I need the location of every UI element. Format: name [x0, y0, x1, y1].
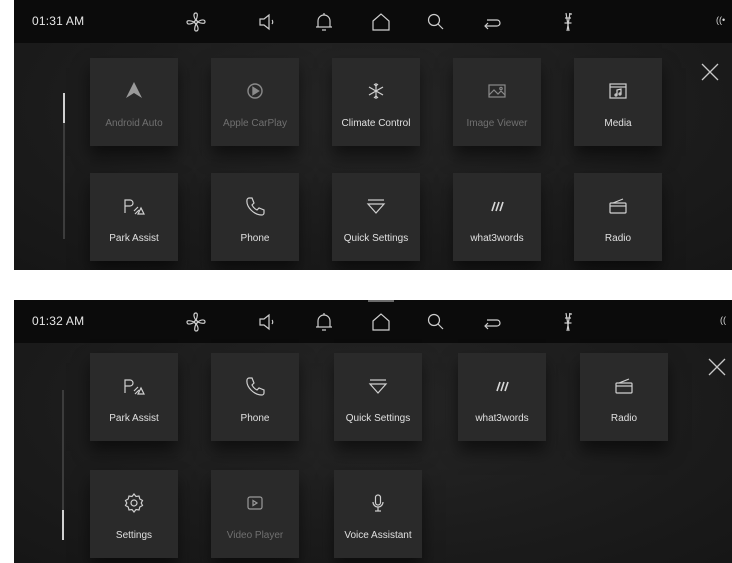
settings-icon	[119, 488, 149, 518]
quick-settings-icon	[363, 371, 393, 401]
tile-label: Android Auto	[105, 118, 163, 129]
clock: 01:31 AM	[32, 14, 85, 28]
tile-label: Phone	[240, 413, 270, 424]
home-icon[interactable]	[369, 310, 393, 334]
tile-label: Climate Control	[341, 118, 411, 129]
return-icon[interactable]	[480, 310, 504, 334]
bell-icon[interactable]	[312, 10, 336, 34]
tile-quick-settings[interactable]: Quick Settings	[334, 353, 422, 441]
app-launcher-panel-1: 01:31 AM ((• Android Auto Apple CarPlay …	[14, 0, 732, 270]
tile-label: Park Assist	[109, 233, 159, 244]
volume-icon[interactable]	[256, 310, 280, 334]
tile-voice-assistant[interactable]: Voice Assistant	[334, 470, 422, 558]
seat-heat-icon[interactable]	[557, 10, 581, 34]
home-indicator	[368, 300, 394, 302]
tile-phone[interactable]: Phone	[211, 353, 299, 441]
bell-icon[interactable]	[312, 310, 336, 334]
microphone-icon	[363, 488, 393, 518]
tile-settings[interactable]: Settings	[90, 470, 178, 558]
tile-park-assist[interactable]: Park Assist	[90, 353, 178, 441]
top-bar: 01:31 AM ((•	[14, 0, 732, 43]
tile-park-assist[interactable]: Park Assist	[90, 173, 178, 261]
tile-image-viewer[interactable]: Image Viewer	[453, 58, 541, 146]
tile-android-auto[interactable]: Android Auto	[90, 58, 178, 146]
scroll-thumb[interactable]	[62, 510, 64, 540]
fan-icon[interactable]	[184, 310, 208, 334]
clock: 01:32 AM	[32, 314, 85, 328]
image-icon	[482, 76, 512, 106]
tile-what3words[interactable]: what3words	[458, 353, 546, 441]
tile-label: Quick Settings	[343, 233, 409, 244]
search-icon[interactable]	[424, 310, 448, 334]
top-bar: 01:32 AM ((	[14, 300, 732, 343]
tile-label: Image Viewer	[466, 118, 528, 129]
what3words-icon	[482, 191, 512, 221]
tile-label: what3words	[470, 233, 524, 244]
apple-carplay-icon	[240, 76, 270, 106]
radio-icon	[609, 371, 639, 401]
tile-apple-carplay[interactable]: Apple CarPlay	[211, 58, 299, 146]
tile-radio[interactable]: Radio	[580, 353, 668, 441]
android-auto-icon	[119, 76, 149, 106]
tile-what3words[interactable]: what3words	[453, 173, 541, 261]
tile-media[interactable]: Media	[574, 58, 662, 146]
tile-climate-control[interactable]: Climate Control	[332, 58, 420, 146]
scroll-thumb[interactable]	[63, 93, 65, 123]
close-icon[interactable]	[706, 356, 728, 378]
climate-icon	[361, 76, 391, 106]
quick-settings-icon	[361, 191, 391, 221]
tile-label: Settings	[115, 530, 153, 541]
connection-icon: ((•	[716, 15, 726, 25]
close-icon[interactable]	[699, 61, 721, 83]
return-icon[interactable]	[480, 10, 504, 34]
volume-icon[interactable]	[256, 10, 280, 34]
tile-phone[interactable]: Phone	[211, 173, 299, 261]
tile-label: Radio	[610, 413, 638, 424]
park-assist-icon	[119, 191, 149, 221]
tile-label: Media	[604, 118, 632, 129]
phone-icon	[240, 371, 270, 401]
seat-heat-icon[interactable]	[557, 310, 581, 334]
tile-radio[interactable]: Radio	[574, 173, 662, 261]
tile-label: Voice Assistant	[344, 530, 412, 541]
tile-label: Park Assist	[109, 413, 159, 424]
media-icon	[603, 76, 633, 106]
phone-icon	[240, 191, 270, 221]
tile-label: Radio	[604, 233, 632, 244]
radio-icon	[603, 191, 633, 221]
home-icon[interactable]	[369, 10, 393, 34]
tile-label: Apple CarPlay	[223, 118, 287, 129]
what3words-icon	[487, 371, 517, 401]
video-icon	[240, 488, 270, 518]
app-launcher-panel-2: 01:32 AM (( Park Assist Phone Quick Sett…	[14, 300, 732, 563]
tile-video-player[interactable]: Video Player	[211, 470, 299, 558]
park-assist-icon	[119, 371, 149, 401]
connection-icon: ((	[720, 315, 726, 325]
search-icon[interactable]	[424, 10, 448, 34]
tile-label: Quick Settings	[345, 413, 411, 424]
tile-label: what3words	[475, 413, 529, 424]
tile-label: Phone	[240, 233, 270, 244]
tile-quick-settings[interactable]: Quick Settings	[332, 173, 420, 261]
fan-icon[interactable]	[184, 10, 208, 34]
tile-label: Video Player	[226, 530, 284, 541]
